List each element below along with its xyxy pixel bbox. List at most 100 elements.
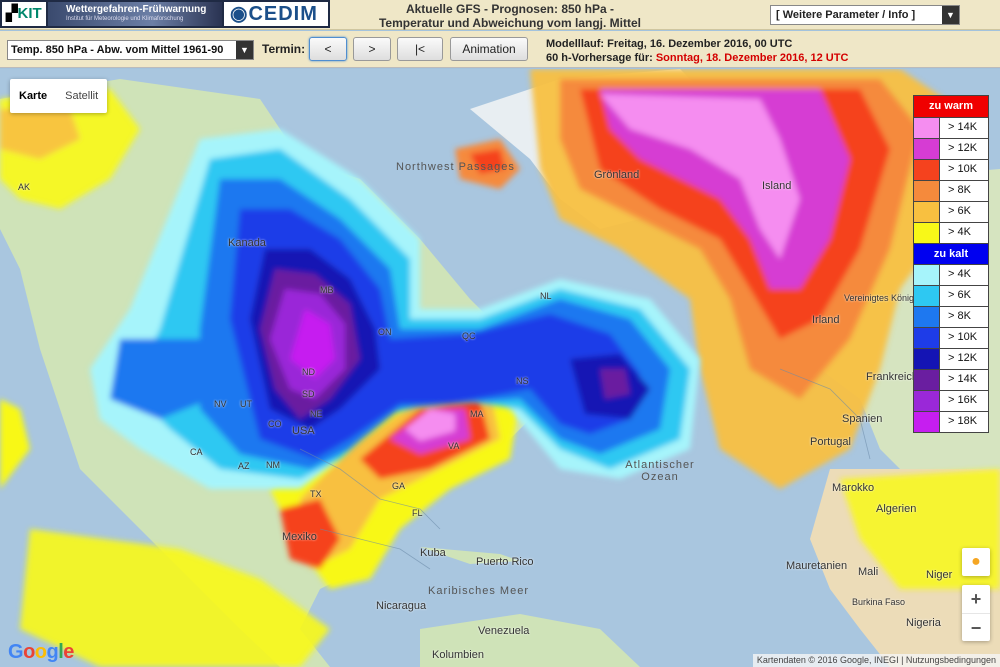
label-nd: ND (302, 367, 315, 377)
map-canvas[interactable]: Kanada USA Mexiko Kuba Puerto Rico Karib… (0, 69, 1000, 667)
legend-row-cold-3: > 10K (914, 327, 988, 348)
pegman-icon[interactable]: ● (962, 548, 990, 576)
label-nm: NM (266, 460, 280, 470)
termin-label: Termin: (262, 42, 306, 56)
header-bar: ▞KIT Wettergefahren-Frühwarnung Institut… (0, 0, 1000, 30)
label-nicaragua: Nicaragua (376, 600, 427, 612)
legend-label: > 10K (948, 331, 978, 343)
legend-row-warm-4: > 6K (914, 201, 988, 222)
previous-step-button[interactable]: < (309, 37, 347, 61)
legend-warm-header: zu warm (914, 96, 988, 117)
label-venezuela: Venezuela (478, 625, 530, 637)
legend-label: > 4K (948, 226, 971, 238)
label-ne: NE (310, 409, 323, 419)
label-mali: Mali (858, 566, 879, 578)
label-kolumbien: Kolumbien (432, 649, 484, 661)
attribution-text: Kartendaten © 2016 Google, INEGI (756, 655, 899, 665)
legend-label: > 16K (948, 394, 978, 406)
wettergefahren-logo-title: Wettergefahren-Frühwarnung (66, 4, 207, 15)
field-select-value: Temp. 850 hPa - Abw. vom Mittel 1961-90 (11, 44, 224, 56)
legend-swatch (914, 223, 940, 243)
legend-swatch (914, 349, 940, 369)
label-va: VA (448, 441, 460, 451)
legend-swatch (914, 265, 940, 285)
parameter-info-select[interactable]: [ Weitere Parameter / Info ] ▼ (770, 5, 960, 25)
label-portugal: Portugal (810, 436, 851, 448)
map-type-satellit[interactable]: Satellit (56, 79, 107, 113)
legend-cold-header: zu kalt (914, 243, 988, 264)
label-frankreich: Frankreich (866, 371, 918, 383)
legend-swatch (914, 391, 940, 411)
legend-row-warm-0: > 14K (914, 117, 988, 138)
legend: zu warm > 14K > 12K > 10K > 8K > 6K > 4K zu k… (913, 95, 989, 433)
label-sd: SD (302, 389, 315, 399)
legend-label: > 14K (948, 121, 978, 133)
next-step-button[interactable]: > (353, 37, 391, 61)
legend-swatch (914, 328, 940, 348)
parameter-info-select-value: [ Weitere Parameter / Info ] (776, 9, 916, 21)
label-algerien: Algerien (876, 503, 917, 515)
wettergefahren-logo[interactable]: Wettergefahren-Frühwarnung Institut für … (48, 2, 222, 26)
label-ma: MA (470, 409, 484, 419)
legend-label: > 12K (948, 352, 978, 364)
first-step-button[interactable]: |< (397, 37, 443, 61)
label-ga: GA (392, 481, 406, 491)
google-logo[interactable]: Google (8, 641, 74, 664)
legend-row-cold-2: > 8K (914, 306, 988, 327)
legend-swatch (914, 202, 940, 222)
terms-link[interactable]: Nutzungsbedingungen (906, 655, 996, 665)
label-northwest-passages: Northwest Passages (396, 161, 515, 173)
legend-swatch (914, 307, 940, 327)
legend-label: > 10K (948, 163, 978, 175)
page-title-line2: Temperatur und Abweichung vom langj. Mit… (378, 16, 641, 30)
label-co: CO (268, 419, 282, 429)
label-groenland: Grönland (594, 169, 640, 181)
legend-label: > 12K (948, 142, 978, 154)
label-fl: FL (412, 508, 423, 518)
google-logo-letter: o (34, 641, 47, 663)
logo-banner: ▞KIT Wettergefahren-Frühwarnung Institut… (0, 0, 330, 28)
legend-label: > 18K (948, 415, 978, 427)
page-title-line1: Aktuelle GFS - Prognosen: 850 hPa - (405, 2, 615, 16)
label-az: AZ (238, 461, 250, 471)
chevron-down-icon[interactable]: ▼ (942, 6, 959, 24)
google-logo-letter: g (46, 641, 59, 663)
chevron-down-icon[interactable]: ▼ (236, 41, 253, 59)
label-nl: NL (540, 291, 552, 301)
zoom-control: + − (962, 585, 990, 641)
forecast-line: 60 h-Vorhersage für: Sonntag, 18. Dezemb… (546, 51, 848, 65)
legend-swatch (914, 160, 940, 180)
temperature-anomaly-overlay (0, 69, 1000, 667)
legend-label: > 8K (948, 184, 971, 196)
field-select[interactable]: Temp. 850 hPa - Abw. vom Mittel 1961-90 … (7, 40, 254, 60)
map-type-karte[interactable]: Karte (10, 79, 56, 113)
legend-label: > 14K (948, 373, 978, 385)
map-attribution: Kartendaten © 2016 Google, INEGI | Nutzu… (752, 654, 1000, 667)
zoom-out-button[interactable]: − (962, 613, 990, 641)
label-tx: TX (310, 489, 322, 499)
label-karibisches-meer: Karibisches Meer (428, 585, 529, 597)
legend-row-cold-4: > 12K (914, 348, 988, 369)
cold-atlantic-purple (600, 369, 630, 399)
label-puerto-rico: Puerto Rico (476, 556, 534, 568)
cedim-logo[interactable]: ◉CEDIM (224, 2, 328, 26)
google-logo-letter: G (8, 641, 24, 663)
legend-row-cold-0: > 4K (914, 264, 988, 285)
label-ca: CA (190, 447, 203, 457)
wettergefahren-logo-subtitle: Institut für Meteorologie und Klimaforsc… (66, 16, 184, 22)
label-spanien: Spanien (842, 413, 883, 425)
label-on: ON (378, 327, 392, 337)
legend-label: > 4K (948, 268, 971, 280)
label-kuba: Kuba (420, 547, 446, 559)
label-usa: USA (292, 425, 315, 437)
toolbar: Temp. 850 hPa - Abw. vom Mittel 1961-90 … (0, 31, 1000, 68)
animation-button[interactable]: Animation (450, 37, 528, 61)
label-qc: QC (462, 331, 476, 341)
legend-row-cold-1: > 6K (914, 285, 988, 306)
label-ns: NS (516, 376, 529, 386)
zoom-in-button[interactable]: + (962, 585, 990, 613)
legend-warm-rows: > 14K > 12K > 10K > 8K > 6K > 4K (914, 117, 988, 243)
warm-lower-yellow (0, 399, 30, 489)
legend-swatch (914, 181, 940, 201)
kit-logo[interactable]: ▞KIT (2, 2, 46, 26)
